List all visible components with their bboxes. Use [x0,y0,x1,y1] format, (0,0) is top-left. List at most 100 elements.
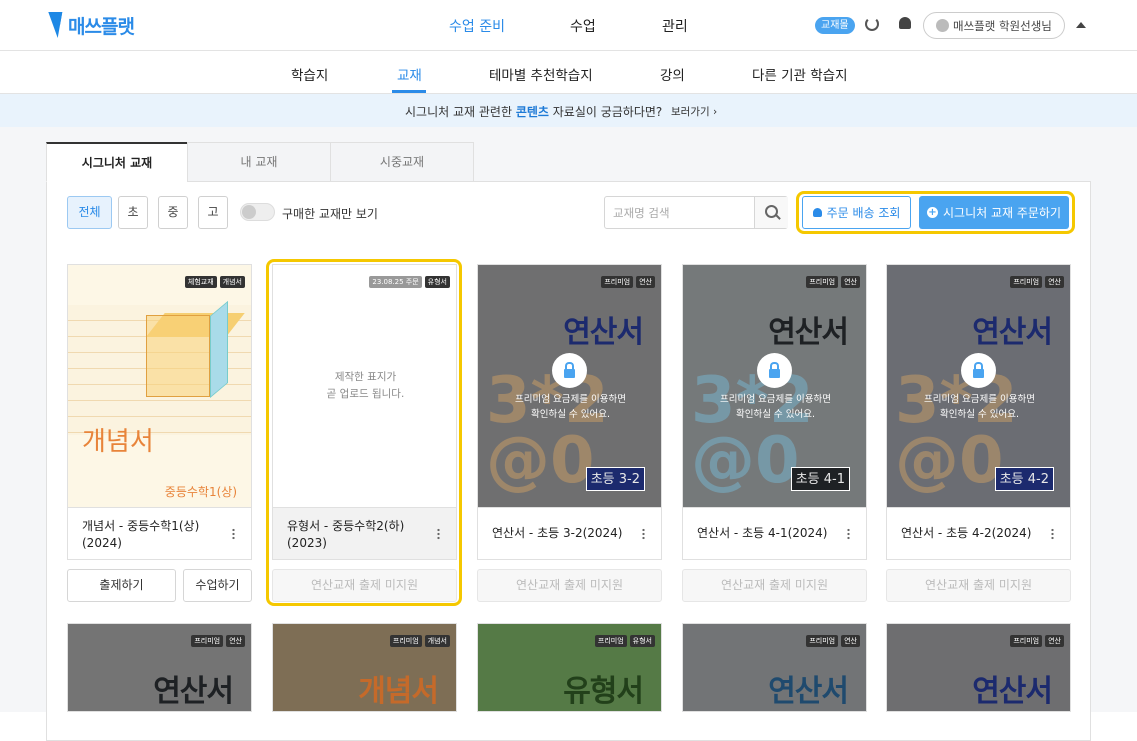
textbook-cover[interactable]: 프리미엄 개념서 개념서 [272,623,457,712]
tag: 체험교재 [184,276,217,288]
tag: 프리미엄 [806,276,839,288]
textbook-cover[interactable]: 3*2 @0 프리미엄 연산 연산서 프리미엄 요금제를 이용하면 확인하실 수 있… [477,264,662,508]
premium-lock-message: 프리미엄 요금제를 이용하면 확인하실 수 있어요. [924,394,1035,420]
refresh-icon[interactable] [865,17,879,31]
textbook-card[interactable]: 3*2 @0 프리미엄 연산 연산서 프리미엄 요금제를 이용하면 확인하실 수 있… [886,264,1071,560]
tag: 개념서 [424,635,450,647]
textbook-card[interactable]: 프리미엄 연산 연산서 [682,623,867,712]
more-icon[interactable] [642,528,645,540]
subnav-item-worksheet[interactable]: 학습지 [291,64,328,84]
subnav-item-other-org[interactable]: 다른 기관 학습지 [752,64,848,84]
card-title: 유형서 - 중등수학2(하) (2023) [272,508,457,560]
textbook-card[interactable]: 3*2 @0 프리미엄 연산 연산서 프리미엄 요금제를 이용하면 확인하실 수 있… [682,264,867,560]
caret-up-icon[interactable] [1076,22,1086,28]
textbook-mall-badge[interactable]: 교재몰 [815,17,855,34]
unsupported-button: 연산교재 출제 미지원 [886,569,1071,602]
unsupported-button: 연산교재 출제 미지원 [477,569,662,602]
textbook-cover[interactable]: 3*2 @0 프리미엄 연산 연산서 프리미엄 요금제를 이용하면 확인하실 수 있… [886,264,1071,508]
subnav-item-theme[interactable]: 테마별 추천학습지 [489,64,593,84]
textbook-cover[interactable]: 체험교재 개념서 개념서 중등수학1(상) [67,264,252,508]
unsupported-button: 연산교재 출제 미지원 [682,569,867,602]
assign-button[interactable]: 출제하기 [67,569,176,602]
filter-middle[interactable]: 중 [158,196,188,229]
textbook-card[interactable]: 3*2 @0 프리미엄 연산 연산서 프리미엄 요금제를 이용하면 확인하실 수 있… [477,264,662,560]
tag: 프리미엄 [1010,635,1043,647]
gnb-item-class[interactable]: 수업 [570,16,596,36]
bell-icon[interactable] [899,17,911,29]
filter-all[interactable]: 전체 [67,196,112,229]
order-textbook-label: 시그니처 교재 주문하기 [942,206,1062,220]
more-icon[interactable] [437,528,440,540]
purchased-only-label: 구매한 교재만 보기 [282,207,378,221]
grade-badge: 초등 4-1 [790,467,850,491]
more-icon[interactable] [232,528,235,540]
lock-icon [552,353,587,388]
tag: 프리미엄 [594,635,627,647]
textbook-card[interactable]: 프리미엄 유형서 유형서 [477,623,662,712]
tag: 연산 [841,276,860,288]
cover-placeholder-text: 제작한 표지가 곧 업로드 됩니다. [326,371,405,400]
textbook-cover[interactable]: 프리미엄 연산 연산서 [67,623,252,712]
tag: 프리미엄 [191,635,224,647]
order-lookup-button[interactable]: 주문 배송 조회 [802,196,911,229]
tag: 23.08.25 주문 [369,276,422,288]
textbook-card[interactable]: 23.08.25 주문 유형서 제작한 표지가 곧 업로드 됩니다. 유형서 - … [272,264,457,560]
info-banner: 시그니처 교재 관련한 콘텐츠 자료실이 궁금하다면? 보러가기 › [0,94,1137,127]
teach-button[interactable]: 수업하기 [183,569,252,602]
textbook-cover[interactable]: 프리미엄 연산 연산서 [886,623,1071,712]
tag: 유형서 [424,276,450,288]
tag: 개념서 [219,276,245,288]
unsupported-button: 연산교재 출제 미지원 [272,569,457,602]
search-input[interactable] [605,197,753,228]
order-textbook-button[interactable]: + 시그니처 교재 주문하기 [919,196,1069,229]
textbook-cover[interactable]: 프리미엄 유형서 유형서 [477,623,662,712]
subnav-item-textbook[interactable]: 교재 [397,64,422,84]
cover-title: 개념서 [358,674,439,709]
cover-title: 연산서 [972,674,1053,709]
top-navigation-bar: 매쓰플랫 수업 준비 수업 관리 교재몰 매쓰플랫 학원선생님 [0,0,1137,51]
textbook-cover[interactable]: 3*2 @0 프리미엄 연산 연산서 프리미엄 요금제를 이용하면 확인하실 수 있… [682,264,867,508]
cover-title: 유형서 [563,674,644,709]
tag: 연산 [1045,635,1064,647]
card-title: 연산서 - 초등 4-1(2024) [682,508,867,560]
cover-title: 개념서 [82,427,154,457]
banner-link[interactable]: 보러가기 › [671,104,717,119]
logo-icon [43,12,63,38]
search-icon[interactable] [754,197,788,228]
tag: 프리미엄 [389,635,422,647]
tag: 프리미엄 [601,276,634,288]
textbook-card[interactable]: 프리미엄 연산 연산서 [886,623,1071,712]
user-menu-button[interactable]: 매쓰플랫 학원선생님 [923,12,1065,39]
subnav-item-lecture[interactable]: 강의 [660,64,685,84]
gnb-item-class-prep[interactable]: 수업 준비 [449,16,505,36]
more-icon[interactable] [1051,528,1054,540]
gnb-item-manage[interactable]: 관리 [662,16,688,36]
textbook-card[interactable]: 프리미엄 개념서 개념서 [272,623,457,712]
textbook-cover[interactable]: 23.08.25 주문 유형서 제작한 표지가 곧 업로드 됩니다. [272,264,457,508]
plus-circle-icon: + [926,207,938,218]
avatar-icon [936,19,949,32]
textbook-card[interactable]: 프리미엄 연산 연산서 [67,623,252,712]
tag: 프리미엄 [1010,276,1043,288]
sub-navigation: 학습지 교재 테마별 추천학습지 강의 다른 기관 학습지 [0,52,1137,94]
cover-title: 연산서 [563,315,644,350]
search-box [604,196,788,229]
tab-my-textbook[interactable]: 내 교재 [187,142,331,182]
more-icon[interactable] [847,528,850,540]
textbook-cover[interactable]: 프리미엄 연산 연산서 [682,623,867,712]
grade-badge: 초등 3-2 [585,467,645,491]
filter-elementary[interactable]: 초 [118,196,148,229]
lock-icon [757,353,792,388]
banner-text: 시그니처 교재 관련한 콘텐츠 자료실이 궁금하다면? [405,105,663,119]
tab-market-textbook[interactable]: 시중교재 [330,142,474,182]
card-title: 개념서 - 중등수학1(상) (2024) [67,508,252,560]
tag: 연산 [636,276,655,288]
filter-high[interactable]: 고 [198,196,228,229]
premium-lock-message: 프리미엄 요금제를 이용하면 확인하실 수 있어요. [720,394,831,420]
tab-signature[interactable]: 시그니처 교재 [46,142,188,182]
cover-subtitle: 중등수학1(상) [164,485,237,499]
purchased-only-toggle[interactable] [240,203,275,221]
cover-title: 연산서 [972,315,1053,350]
textbook-card[interactable]: 체험교재 개념서 개념서 중등수학1(상) 개념서 - 중등수학1(상) (202… [67,264,252,560]
logo[interactable]: 매쓰플랫 [43,12,135,38]
